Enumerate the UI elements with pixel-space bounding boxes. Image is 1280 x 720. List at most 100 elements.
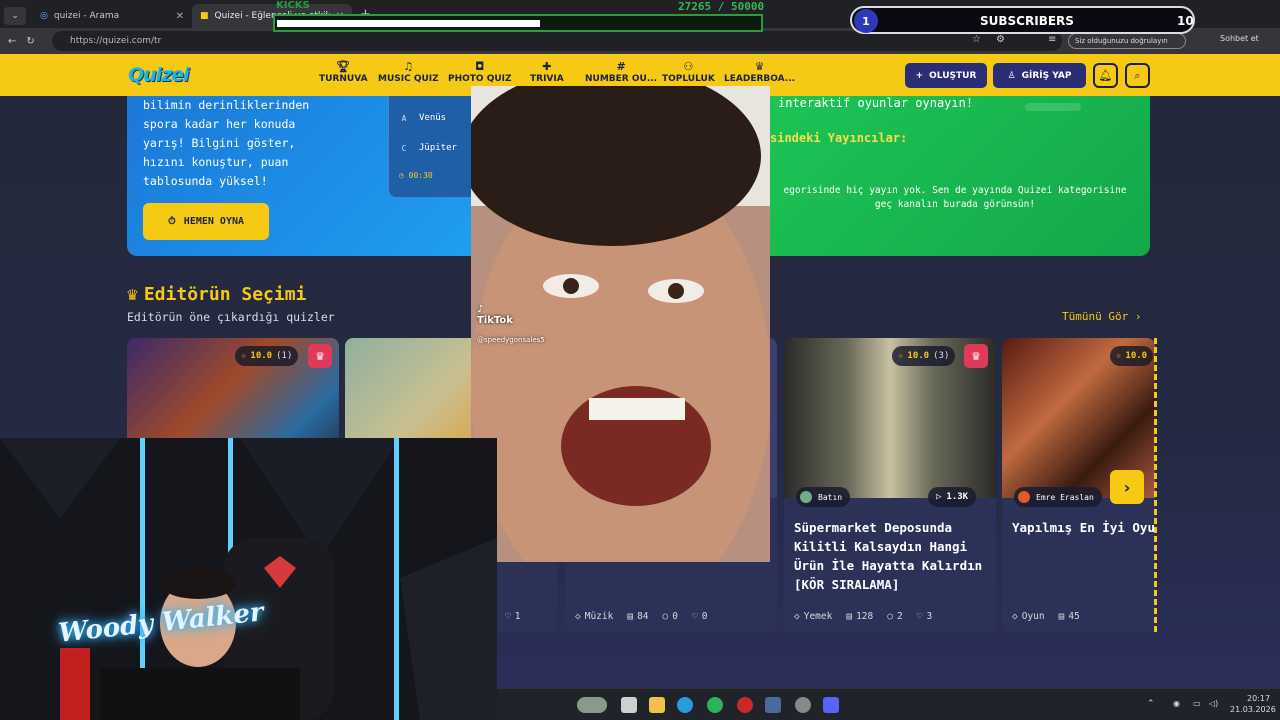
app-icon[interactable] xyxy=(707,697,723,713)
quiz-timer: ◷ 00:30 xyxy=(399,171,433,180)
tiktok-video-overlay: ♪ TikTok @speedygonsales5 xyxy=(471,86,770,562)
tab-list-button[interactable]: ⌄ xyxy=(4,7,26,25)
card-title: Süpermarket Deposunda Kilitli Kalsaydın … xyxy=(794,520,983,592)
quiz-option[interactable]: A Venüs xyxy=(397,107,477,129)
nav-label: LEADERBOA... xyxy=(724,74,796,84)
tab-search[interactable]: ◎ quizei - Arama ✕ xyxy=(32,4,192,28)
folder-icon[interactable] xyxy=(649,697,665,713)
mic-icon[interactable]: ◉ xyxy=(1173,699,1180,708)
hero-line: yarış! Bilgini göster, xyxy=(143,136,296,150)
card-footer: ♡ 1 xyxy=(495,606,555,626)
comments-count: 0 xyxy=(672,610,678,622)
crown-icon: ♛ xyxy=(315,349,325,363)
questions-stat: ▤ 128 xyxy=(846,611,873,622)
card-footer: ◇ Oyun ▤ 45 xyxy=(1002,606,1155,626)
windows-taskbar: ⌃ ◉ ▭ ◁) 20:17 21.03.2026 xyxy=(497,688,1280,720)
like-count: 1 xyxy=(514,610,521,622)
editor-crown-badge: ♛ xyxy=(308,344,332,368)
likes-count: 3 xyxy=(926,610,933,622)
chevron-up-icon[interactable]: ⌃ xyxy=(1147,699,1155,709)
webcam-scene xyxy=(0,438,497,720)
nav-number[interactable]: # NUMBER OU... xyxy=(585,60,657,84)
rating-value: 10.0 xyxy=(907,351,930,361)
tag-icon: ◇ xyxy=(794,610,800,622)
hero-line: hızını konuştur, puan xyxy=(143,155,289,169)
author-badge[interactable]: Emre Eraslan xyxy=(1014,487,1102,507)
nav-music-quiz[interactable]: ♫ MUSIC QUIZ xyxy=(378,60,439,84)
search-icon: ⌕ xyxy=(1134,68,1141,82)
timer-value: 00:30 xyxy=(408,171,433,180)
medal-icon: ♛ xyxy=(754,60,765,73)
tabs-icon[interactable]: ≡ xyxy=(1048,34,1056,45)
star-icon: ☆ xyxy=(898,351,904,361)
nav-label: MUSIC QUIZ xyxy=(378,74,439,84)
nav-trivia[interactable]: ✚ TRIVIA xyxy=(530,60,564,84)
search-button[interactable]: ⌕ xyxy=(1125,63,1150,88)
editor-crown-badge: ♛ xyxy=(964,344,988,368)
chat-button[interactable]: Sohbet et xyxy=(1220,34,1259,43)
create-button[interactable]: + OLUŞTUR xyxy=(905,63,987,88)
gamepad-icon: ✚ xyxy=(542,60,552,73)
message-line: egorisinde hiç yayın yok. Sen de yayında… xyxy=(783,185,1127,196)
close-icon[interactable]: ✕ xyxy=(176,11,184,22)
tag-icon: ◇ xyxy=(1012,610,1018,622)
sync-button[interactable]: Siz olduğunuzu doğrulayın xyxy=(1068,33,1186,49)
questions-count: 45 xyxy=(1068,610,1080,622)
category-stat: ◇ Yemek xyxy=(794,611,832,622)
carousel-next-button[interactable]: › xyxy=(1110,470,1144,504)
chevron-right-icon: › xyxy=(1123,477,1131,497)
kicks-count: 27265 / 50000 xyxy=(678,0,765,13)
search-icon: ◎ xyxy=(40,11,48,21)
see-all-link[interactable]: Tümünü Gör › xyxy=(1062,310,1141,323)
quiz-card-supermarket[interactable]: ☆ 10.0 (3) ♛ Batın ▷ 1.3K Süpermarket Depos… xyxy=(784,338,996,632)
volume-icon[interactable]: ◁) xyxy=(1209,699,1218,708)
star-icon[interactable]: ☆ xyxy=(972,34,981,45)
rating-value: 10.0 xyxy=(250,351,273,361)
play-now-button[interactable]: ⏱ HEMEN OYNA xyxy=(143,203,269,240)
nav-photo-quiz[interactable]: ◘ PHOTO QUIZ xyxy=(448,60,512,84)
nav-turnuva[interactable]: 🏆︎ TURNUVA xyxy=(319,60,368,84)
login-button[interactable]: ♙ GİRİŞ YAP xyxy=(993,63,1086,88)
play-icon: ▷ xyxy=(936,492,942,502)
discord-icon[interactable] xyxy=(823,697,839,713)
comments-stat: ○ 2 xyxy=(887,611,902,622)
edge-icon[interactable] xyxy=(677,697,693,713)
site-logo[interactable]: Quizei xyxy=(128,64,190,86)
clock-date[interactable]: 21.03.2026 xyxy=(1230,705,1276,714)
tiktok-brand-text: TikTok xyxy=(477,315,513,326)
tiktok-video-frame xyxy=(471,86,770,562)
app-icon[interactable] xyxy=(795,697,811,713)
extension-icon[interactable]: ⚙ xyxy=(996,34,1005,45)
crown-icon: ♛ xyxy=(971,349,981,363)
network-icon[interactable]: ▭ xyxy=(1193,699,1201,708)
back-icon[interactable]: ← xyxy=(8,36,16,47)
widget-icon[interactable] xyxy=(577,697,607,713)
comment-icon: ○ xyxy=(887,610,893,622)
quiz-option[interactable]: C Jüpiter xyxy=(397,137,477,159)
stopwatch-icon: ⏱ xyxy=(167,216,176,227)
subs-label: SUBSCRIBERS xyxy=(980,14,1074,28)
like-stat: ♡ 1 xyxy=(505,611,520,622)
hero-banner-right: interaktif oyunlar oynayın! sindeki Yayı… xyxy=(770,96,1150,256)
task-view-icon[interactable] xyxy=(621,697,637,713)
nav-leaderboard[interactable]: ♛ LEADERBOA... xyxy=(724,60,795,84)
url-field[interactable]: https://quizei.com/tr xyxy=(52,31,1062,51)
clock-time[interactable]: 20:17 xyxy=(1247,694,1270,703)
option-text: Venüs xyxy=(419,113,447,123)
nav-topluluk[interactable]: ⚇ TOPLULUK xyxy=(662,60,715,84)
clock-icon: ◷ xyxy=(399,171,404,180)
notification-button[interactable]: 🔔︎ xyxy=(1093,63,1118,88)
reload-icon[interactable]: ↻ xyxy=(26,36,34,47)
user-icon: ♙ xyxy=(1007,70,1016,81)
hero-description: bilimin derinliklerinden spora kadar her… xyxy=(143,96,309,191)
app-icon[interactable] xyxy=(737,697,753,713)
nav-label: TRIVIA xyxy=(530,74,564,84)
layers-icon: ▤ xyxy=(627,610,634,622)
kicks-progress-fill xyxy=(277,20,540,27)
steam-icon[interactable] xyxy=(765,697,781,713)
author-badge[interactable]: Batın xyxy=(796,487,851,507)
plays-badge: ▷ 1.3K xyxy=(928,487,977,507)
nav-label: NUMBER OU... xyxy=(585,74,658,84)
login-label: GİRİŞ YAP xyxy=(1021,70,1072,81)
heart-icon: ♡ xyxy=(916,610,923,622)
